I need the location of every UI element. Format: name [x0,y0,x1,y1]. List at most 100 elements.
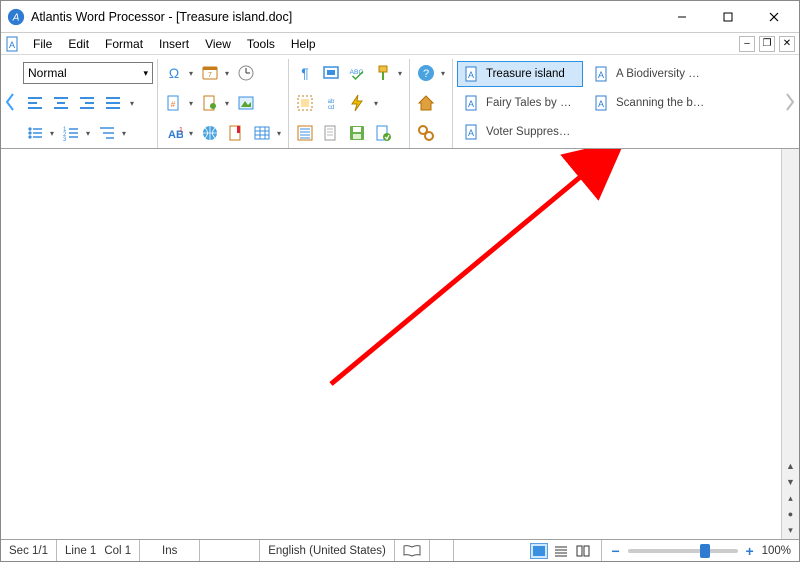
footnote-caret[interactable]: ▾ [186,121,196,145]
document-tab-voter-suppression[interactable]: A Voter Suppression [457,119,583,145]
menu-format[interactable]: Format [97,35,151,53]
align-right-button[interactable] [75,91,99,115]
document-icon: A [464,124,480,140]
symbol-button[interactable]: Ω [162,61,186,85]
svg-text:?: ? [423,68,429,80]
document-tab-biodiversity[interactable]: A A Biodiversity Vi… [587,61,713,87]
date-button[interactable]: 7 [198,61,222,85]
numbered-list-button[interactable]: 123 [59,121,83,145]
align-left-button[interactable] [23,91,47,115]
document-tab-treasure-island[interactable]: A Treasure island [457,61,583,87]
view-draft-button[interactable] [552,543,570,559]
menu-insert[interactable]: Insert [151,35,197,53]
toc-button[interactable] [293,121,317,145]
menu-help[interactable]: Help [283,35,324,53]
status-bar: Sec 1/1 Line 1 Col 1 Ins English (United… [1,539,799,561]
status-book-icon[interactable] [395,540,430,561]
toolbar-group-documents: A Treasure island A Fairy Tales by Ha… A… [453,59,781,148]
align-justify-button[interactable] [101,91,125,115]
document-page[interactable] [1,149,781,539]
time-button[interactable] [234,61,258,85]
mdi-restore-button[interactable]: ❐ [759,36,775,52]
svg-text:A: A [468,70,474,80]
document-tab-label: Scanning the bu… [616,97,706,109]
zoom-value[interactable]: 100% [762,545,791,557]
toolbar-scroll-right[interactable] [781,55,799,148]
settings-button[interactable] [414,121,438,145]
menu-tools[interactable]: Tools [239,35,283,53]
status-col[interactable]: Col 1 [104,545,131,557]
mdi-close-button[interactable]: ✕ [779,36,795,52]
vertical-scrollbar[interactable]: ▲ ▼ ▴ ● ▾ [781,149,799,539]
bookmark-button[interactable] [224,121,248,145]
fullscreen-button[interactable] [319,61,343,85]
spellcheck-button[interactable]: ABC [345,61,369,85]
bullet-list-caret[interactable]: ▾ [47,121,57,145]
format-brush-caret[interactable]: ▾ [395,61,405,85]
align-center-button[interactable] [49,91,73,115]
page-number-button[interactable]: # [162,91,186,115]
status-insert-mode[interactable]: Ins [140,540,200,561]
align-more-caret[interactable]: ▾ [127,91,137,115]
mdi-minimize-button[interactable]: – [739,36,755,52]
help-button[interactable]: ? [414,61,438,85]
symbol-caret[interactable]: ▾ [186,61,196,85]
bolt-button[interactable] [345,91,369,115]
status-section[interactable]: Sec 1/1 [1,540,57,561]
close-button[interactable] [751,1,797,32]
svg-text:1: 1 [179,127,183,134]
menu-view[interactable]: View [197,35,239,53]
document-tab-scanning[interactable]: A Scanning the bu… [587,90,713,116]
prev-page-icon[interactable]: ▴ [783,491,799,505]
toolbar-group-proofing: ¶ ABC ▾ abcd ▾ [289,59,410,148]
multilevel-list-button[interactable] [95,121,119,145]
bolt-caret[interactable]: ▾ [371,91,381,115]
help-caret[interactable]: ▾ [438,61,448,85]
view-normal-button[interactable] [530,543,548,559]
zoom-control: − + 100% [602,543,799,559]
table-button[interactable] [250,121,274,145]
change-case-button[interactable]: abcd [319,91,343,115]
select-all-button[interactable] [293,91,317,115]
toolbar-scroll-left[interactable] [1,55,19,148]
scroll-down-icon[interactable]: ▼ [783,475,799,489]
document-outline-button[interactable] [319,121,343,145]
browse-object-icon[interactable]: ● [783,507,799,521]
document-icon: A [464,95,480,111]
zoom-slider[interactable] [628,549,738,553]
picture-button[interactable] [234,91,258,115]
zoom-in-button[interactable]: + [744,543,756,559]
multilevel-list-caret[interactable]: ▾ [119,121,129,145]
svg-text:A: A [598,99,604,109]
next-page-icon[interactable]: ▾ [783,523,799,537]
document-icon: A [594,95,610,111]
zoom-thumb[interactable] [700,544,710,558]
numbered-list-caret[interactable]: ▾ [83,121,93,145]
status-language[interactable]: English (United States) [260,540,395,561]
table-caret[interactable]: ▾ [274,121,284,145]
page-number-caret[interactable]: ▾ [186,91,196,115]
style-select[interactable]: Normal ▾ [23,62,153,84]
maximize-button[interactable] [705,1,751,32]
svg-text:¶: ¶ [301,65,309,81]
document-tab-fairy-tales[interactable]: A Fairy Tales by Ha… [457,90,583,116]
minimize-button[interactable] [659,1,705,32]
export-button[interactable] [371,121,395,145]
scroll-up-icon[interactable]: ▲ [783,459,799,473]
footnote-button[interactable]: AB1 [162,121,186,145]
save-button[interactable] [345,121,369,145]
toolbar-area: Normal ▾ ▾ ▾ 123▾ ▾ [1,55,799,149]
bullet-list-button[interactable] [23,121,47,145]
field-button[interactable] [198,91,222,115]
zoom-out-button[interactable]: − [610,543,622,559]
home-button[interactable] [414,91,438,115]
hyperlink-button[interactable] [198,121,222,145]
format-brush-button[interactable] [371,61,395,85]
status-line[interactable]: Line 1 [65,545,96,557]
pilcrow-button[interactable]: ¶ [293,61,317,85]
field-caret[interactable]: ▾ [222,91,232,115]
view-two-page-button[interactable] [574,543,592,559]
menu-file[interactable]: File [25,35,60,53]
menu-edit[interactable]: Edit [60,35,97,53]
date-caret[interactable]: ▾ [222,61,232,85]
